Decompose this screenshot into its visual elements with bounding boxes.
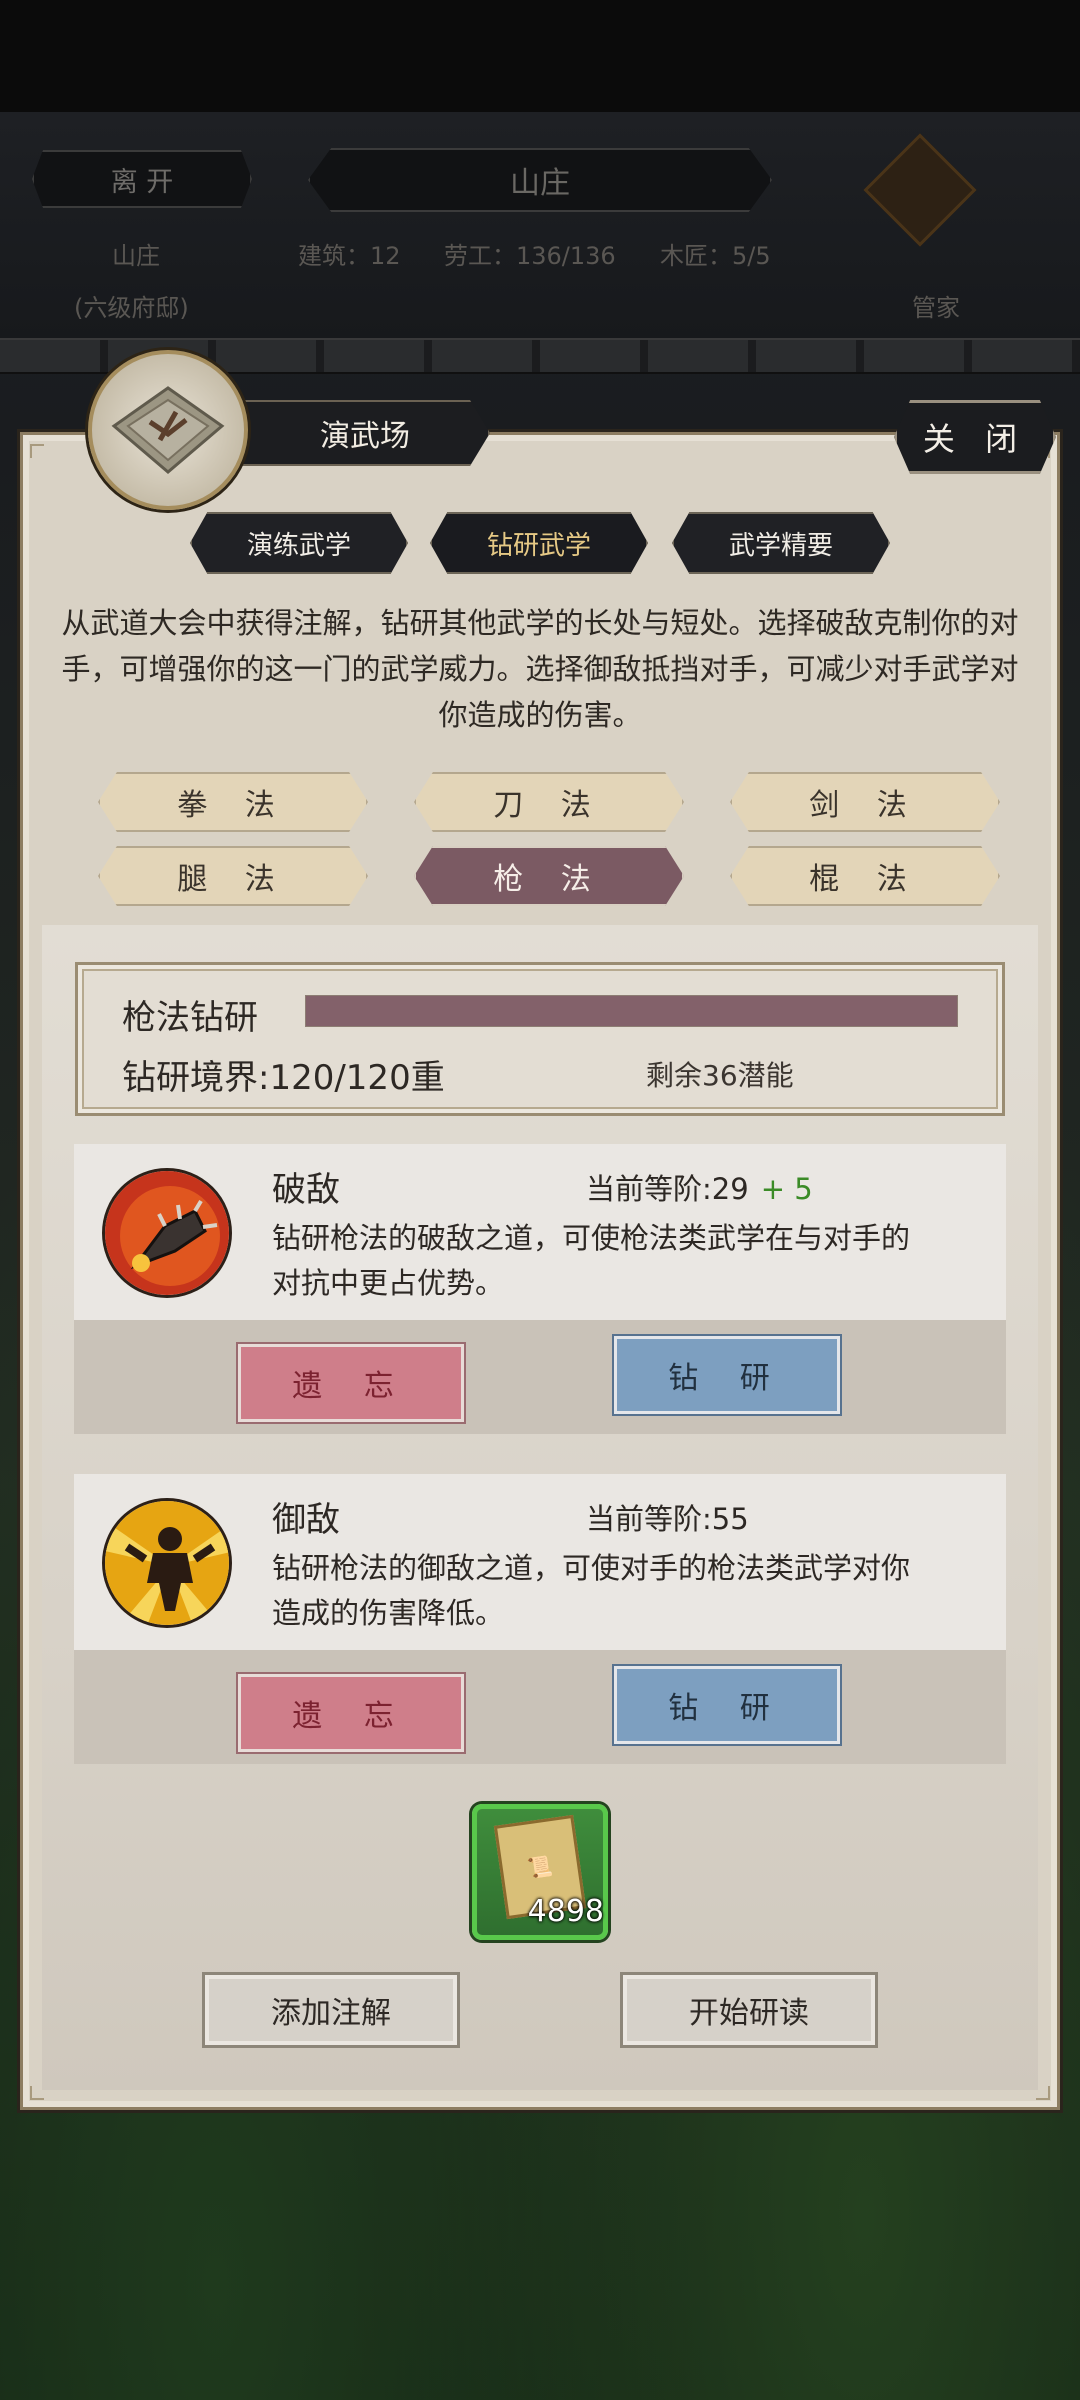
add-annotation-button[interactable]: 添加注解 — [202, 1972, 460, 2048]
close-button[interactable]: 关 闭 — [894, 400, 1056, 474]
research-realm: 钻研境界:120/120重 — [122, 1058, 445, 1098]
panel-corner-ornament — [30, 2086, 44, 2100]
panel-title: 演武场 — [240, 400, 490, 466]
skill-level-bonus: + 5 — [760, 1172, 813, 1206]
skill-level: 当前等阶:29 + 5 — [586, 1166, 813, 1208]
panel-corner-ornament — [1036, 2086, 1050, 2100]
skill-level: 当前等阶:55 — [586, 1496, 761, 1538]
skill-name: 御敌 — [272, 1500, 340, 1540]
tab-essentials[interactable]: 武学精要 — [672, 512, 890, 574]
category-leg[interactable]: 腿 法 — [98, 846, 368, 906]
category-spear[interactable]: 枪 法 — [414, 846, 684, 906]
category-fist[interactable]: 拳 法 — [98, 772, 368, 832]
research-progress-fill — [306, 996, 957, 1026]
panel-corner-ornament — [30, 444, 44, 458]
start-reading-button[interactable]: 开始研读 — [620, 1972, 878, 2048]
skill-description: 钻研枪法的破敌之道，可使枪法类武学在与对手的对抗中更占优势。 — [272, 1221, 911, 1300]
tab-research[interactable]: 钻研武学 — [430, 512, 648, 574]
skill-level-value: 当前等阶:55 — [586, 1502, 749, 1536]
forget-button[interactable]: 遗 忘 — [238, 1674, 464, 1752]
carpenter-count: 木匠：5/5 — [660, 242, 771, 270]
training-ground-emblem-icon — [88, 350, 248, 510]
skill-card-break-enemy: 破敌 当前等阶:29 + 5 钻研枪法的破敌之道，可使枪法类武学在与对手的对抗中更… — [74, 1144, 1006, 1434]
tab-practice[interactable]: 演练武学 — [190, 512, 408, 574]
location-name: 山庄 — [112, 242, 160, 270]
labor-count: 劳工：136/136 — [444, 242, 616, 270]
spiked-mace-icon — [102, 1168, 232, 1298]
research-progress-bar — [305, 995, 958, 1027]
study-button[interactable]: 钻 研 — [614, 1666, 840, 1744]
skill-card-defend-enemy: 御敌 当前等阶:55 钻研枪法的御敌之道，可使对手的枪法类武学对你造成的伤害降低… — [74, 1474, 1006, 1764]
building-count: 建筑：12 — [298, 242, 401, 270]
skill-description: 钻研枪法的御敌之道，可使对手的枪法类武学对你造成的伤害降低。 — [272, 1551, 911, 1630]
location-level: (六级府邸) — [74, 294, 189, 322]
leave-button[interactable]: 离 开 — [32, 150, 252, 208]
skill-name: 破敌 — [272, 1170, 340, 1210]
research-description: 从武道大会中获得注解，钻研其他武学的长处与短处。选择破敌克制你的对手，可增强你的… — [61, 606, 1019, 732]
category-sword[interactable]: 剑 法 — [730, 772, 1000, 832]
location-title: 山庄 — [308, 148, 772, 212]
category-staff[interactable]: 棍 法 — [730, 846, 1000, 906]
research-title: 枪法钻研 — [122, 998, 258, 1038]
category-saber[interactable]: 刀 法 — [414, 772, 684, 832]
forget-button[interactable]: 遗 忘 — [238, 1344, 464, 1422]
skill-level-value: 当前等阶:29 — [586, 1172, 749, 1206]
remaining-potential: 剩余36潜能 — [646, 1059, 794, 1092]
golden-warrior-icon — [102, 1498, 232, 1628]
annotation-count: 4898 — [527, 1894, 604, 1929]
butler-label[interactable]: 管家 — [912, 288, 960, 323]
study-button[interactable]: 钻 研 — [614, 1336, 840, 1414]
